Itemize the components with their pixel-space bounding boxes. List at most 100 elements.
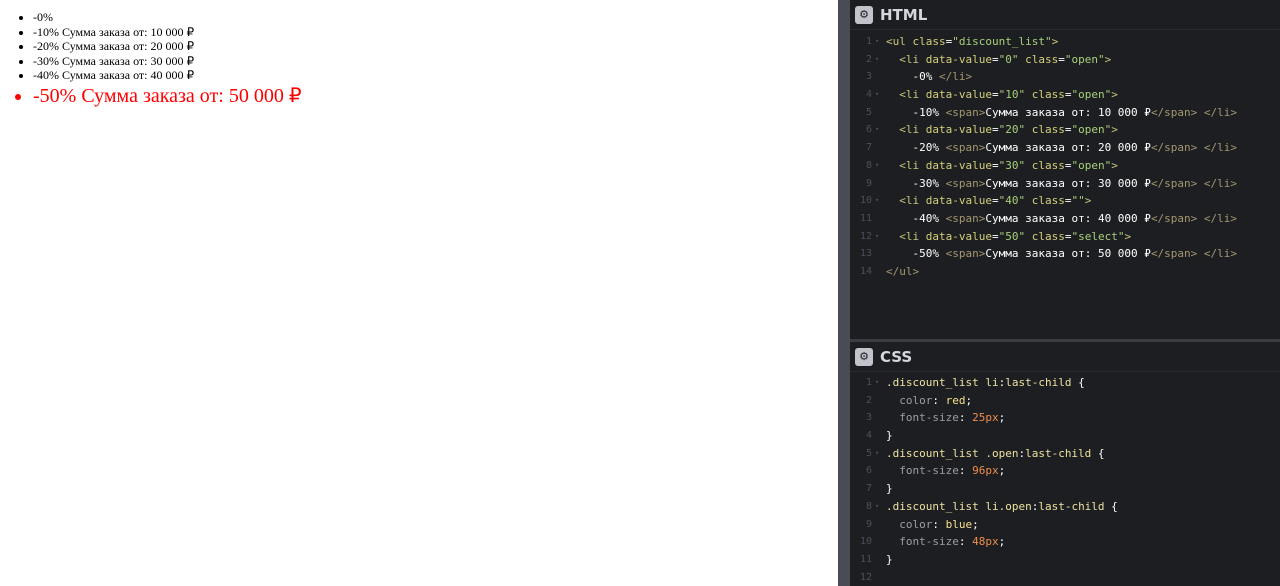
html-editor-panel: ⚙ HTML 1 ▾ <ul class="discount_list"> 2 ▾ <l… [850,0,1280,339]
code-line: 9 -30% <span>Сумма заказа от: 30 000 ₽</… [850,175,1280,193]
pane-resize-handle[interactable] [838,0,850,586]
code-text: } [886,552,893,566]
fold-marker-icon[interactable] [872,210,886,228]
code-line: 7 -20% <span>Сумма заказа от: 20 000 ₽</… [850,139,1280,157]
fold-marker-icon[interactable]: ▾ [872,51,886,69]
fold-marker-icon[interactable] [872,392,886,410]
line-number: 10 [859,536,872,548]
code-text: -40% <span>Сумма заказа от: 40 000 ₽</sp… [886,211,1238,225]
line-number: 1 [865,36,872,47]
line-number: 7 [865,142,872,154]
code-line: 5 ▾ .discount_list .open:last-child { [850,445,1280,463]
code-text: -30% <span>Сумма заказа от: 30 000 ₽</sp… [886,176,1238,190]
discount-item-10: -10% Сумма заказа от: 10 000 ₽ [33,25,302,40]
code-text: .discount_list .open:last-child { [886,446,1105,460]
fold-marker-icon[interactable] [872,551,886,569]
code-line: 6 ▾ <li data-value="20" class="open"> [850,121,1280,139]
fold-marker-icon[interactable] [872,409,886,427]
code-line: 11 -40% <span>Сумма заказа от: 40 000 ₽<… [850,210,1280,228]
code-line: 8 ▾ <li data-value="30" class="open"> [850,157,1280,175]
code-text: <li data-value="20" class="open"> [899,123,1118,137]
code-line: 3 font-size: 25px; [850,409,1280,427]
code-text: font-size: 25px; [899,411,1006,425]
discount-item-30: -30% Сумма заказа от: 30 000 ₽ [33,54,302,69]
code-text: font-size: 48px; [899,535,1006,549]
code-line: 10 ▾ <li data-value="40" class=""> [850,192,1280,210]
line-number: 7 [865,483,872,495]
fold-marker-icon[interactable] [872,427,886,445]
code-line: 2 ▾ <li data-value="0" class="open"> [850,51,1280,69]
line-number: 11 [859,212,872,224]
fold-marker-icon[interactable]: ▾ [872,86,886,104]
fold-marker-icon[interactable] [872,245,886,263]
line-number: 9 [865,177,872,189]
line-number: 5 [865,106,872,118]
fold-marker-icon[interactable]: ▾ [872,157,886,175]
line-number: 4 [865,430,872,442]
fold-marker-icon[interactable]: ▾ [872,33,886,51]
fold-marker-icon[interactable]: ▾ [872,445,886,463]
code-text: </ul> [886,264,920,278]
fold-marker-icon[interactable] [872,533,886,551]
discount-item-50: -50% Сумма заказа от: 50 000 ₽ [33,83,302,109]
line-number: 4 [865,89,872,101]
fold-marker-icon[interactable]: ▾ [872,192,886,210]
gear-icon[interactable]: ⚙ [855,5,873,24]
css-code-area[interactable]: 1 ▾ .discount_list li:last-child {2 color:… [850,372,1280,586]
code-line: 1 ▾ <ul class="discount_list"> [850,33,1280,51]
fold-marker-icon[interactable] [872,263,886,281]
line-number: 2 [865,394,872,406]
line-number: 8 [865,500,872,512]
code-text: .discount_list li:last-child { [886,376,1085,389]
code-text: -0% </li> [886,70,973,84]
fold-marker-icon[interactable] [872,68,886,86]
line-number: 3 [865,71,872,83]
discount-list: -0% -10% Сумма заказа от: 10 000 ₽ -20% … [0,10,302,109]
code-text: font-size: 96px; [899,464,1006,478]
line-number: 6 [865,124,872,136]
fold-marker-icon[interactable]: ▾ [872,498,886,516]
code-text: .discount_list li.open:last-child { [886,499,1118,513]
code-text: } [886,429,893,443]
preview-pane: -0% -10% Сумма заказа от: 10 000 ₽ -20% … [0,0,838,586]
css-editor-header: ⚙ CSS [850,342,1280,372]
line-number: 10 [859,195,872,207]
code-line: 11} [850,551,1280,569]
fold-marker-icon[interactable]: ▾ [872,374,886,392]
code-text: -10% <span>Сумма заказа от: 10 000 ₽</sp… [886,105,1238,119]
gear-icon[interactable]: ⚙ [855,347,873,366]
fold-marker-icon[interactable] [872,480,886,498]
code-text: <li data-value="10" class="open"> [899,88,1118,102]
code-text: -20% <span>Сумма заказа от: 20 000 ₽</sp… [886,141,1238,155]
fold-marker-icon[interactable] [872,569,886,586]
line-number: 11 [859,553,872,565]
code-text: <ul class="discount_list"> [886,35,1059,48]
code-line: 13 -50% <span>Сумма заказа от: 50 000 ₽<… [850,245,1280,263]
fold-marker-icon[interactable]: ▾ [872,228,886,246]
code-text: <li data-value="50" class="select"> [899,229,1132,243]
discount-item-40: -40% Сумма заказа от: 40 000 ₽ [33,68,302,83]
fold-marker-icon[interactable] [872,139,886,157]
code-text: } [886,482,893,496]
code-text: color: blue; [899,517,979,531]
line-number: 9 [865,518,872,530]
line-number: 12 [859,230,872,242]
line-number: 14 [859,265,872,277]
code-line: 6 font-size: 96px; [850,462,1280,480]
html-code-area[interactable]: 1 ▾ <ul class="discount_list"> 2 ▾ <li data-… [850,30,1280,281]
fold-marker-icon[interactable] [872,462,886,480]
line-number: 12 [859,571,872,583]
fold-marker-icon[interactable]: ▾ [872,121,886,139]
discount-item-20: -20% Сумма заказа от: 20 000 ₽ [33,39,302,54]
code-line: 7} [850,480,1280,498]
code-line: 4} [850,427,1280,445]
code-line: 8 ▾ .discount_list li.open:last-child { [850,498,1280,516]
fold-marker-icon[interactable] [872,175,886,193]
code-text: <li data-value="30" class="open"> [899,158,1118,172]
html-editor-title: HTML [880,5,928,24]
fold-marker-icon[interactable] [872,104,886,122]
code-line: 14 </ul> [850,263,1280,281]
fold-marker-icon[interactable] [872,516,886,534]
code-text: -50% <span>Сумма заказа от: 50 000 ₽</sp… [886,247,1238,261]
